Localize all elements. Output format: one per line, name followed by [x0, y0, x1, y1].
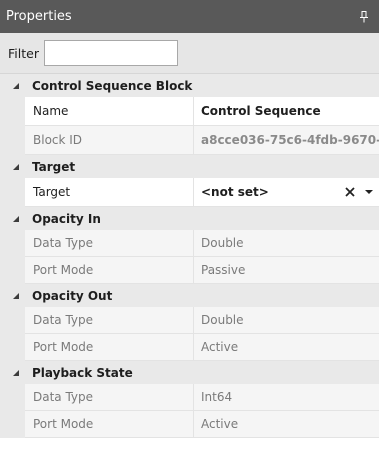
clear-icon[interactable] — [343, 185, 357, 199]
filter-input[interactable] — [43, 40, 178, 66]
property-value[interactable]: Active — [194, 334, 379, 361]
property-row-data-type: Data Type Int64 — [0, 384, 379, 411]
category-label: Opacity Out — [32, 288, 113, 303]
property-value[interactable]: Double — [194, 307, 379, 334]
collapse-triangle-icon[interactable] — [0, 215, 32, 223]
property-name: Name — [25, 97, 194, 126]
property-row-block-id: Block ID a8cce036-75c6-4fdb-9670-7 — [0, 126, 379, 155]
property-name: Port Mode — [25, 257, 194, 284]
pin-icon[interactable] — [357, 10, 371, 24]
property-value[interactable]: Double — [194, 230, 379, 257]
filter-label: Filter — [8, 45, 39, 61]
property-value[interactable]: a8cce036-75c6-4fdb-9670-7 — [194, 126, 379, 155]
property-value[interactable]: Active — [194, 411, 379, 438]
property-row-port-mode: Port Mode Active — [0, 411, 379, 438]
collapse-triangle-icon[interactable] — [0, 369, 32, 377]
property-name: Port Mode — [25, 334, 194, 361]
collapse-triangle-icon[interactable] — [0, 292, 32, 300]
category-playback-state[interactable]: Playback State — [0, 361, 379, 384]
property-value[interactable]: Int64 — [194, 384, 379, 411]
collapse-triangle-icon[interactable] — [0, 163, 32, 171]
property-row-port-mode: Port Mode Active — [0, 334, 379, 361]
property-value[interactable]: Passive — [194, 257, 379, 284]
dropdown-arrow-icon[interactable] — [363, 186, 375, 198]
property-name: Data Type — [25, 307, 194, 334]
filter-bar: Filter — [0, 33, 379, 74]
category-label: Playback State — [32, 365, 133, 380]
property-row-target: Target <not set> — [0, 178, 379, 207]
property-row-name: Name Control Sequence — [0, 97, 379, 126]
property-row-port-mode: Port Mode Passive — [0, 257, 379, 284]
property-row-data-type: Data Type Double — [0, 230, 379, 257]
category-opacity-in[interactable]: Opacity In — [0, 207, 379, 230]
property-name: Data Type — [25, 230, 194, 257]
category-opacity-out[interactable]: Opacity Out — [0, 284, 379, 307]
property-name: Data Type — [25, 384, 194, 411]
category-label: Control Sequence Block — [32, 78, 193, 93]
property-name: Target — [25, 178, 194, 207]
panel-title: Properties — [6, 9, 72, 24]
target-selector[interactable]: <not set> — [194, 178, 379, 207]
properties-panel: Properties Filter Control Sequence Block… — [0, 0, 379, 471]
collapse-triangle-icon[interactable] — [0, 82, 32, 90]
panel-titlebar: Properties — [0, 0, 379, 33]
category-target[interactable]: Target — [0, 155, 379, 178]
property-name: Port Mode — [25, 411, 194, 438]
category-control-sequence-block[interactable]: Control Sequence Block — [0, 74, 379, 97]
category-label: Target — [32, 159, 76, 174]
property-name: Block ID — [25, 126, 194, 155]
property-value[interactable]: Control Sequence — [194, 97, 379, 126]
category-label: Opacity In — [32, 211, 101, 226]
property-row-data-type: Data Type Double — [0, 307, 379, 334]
